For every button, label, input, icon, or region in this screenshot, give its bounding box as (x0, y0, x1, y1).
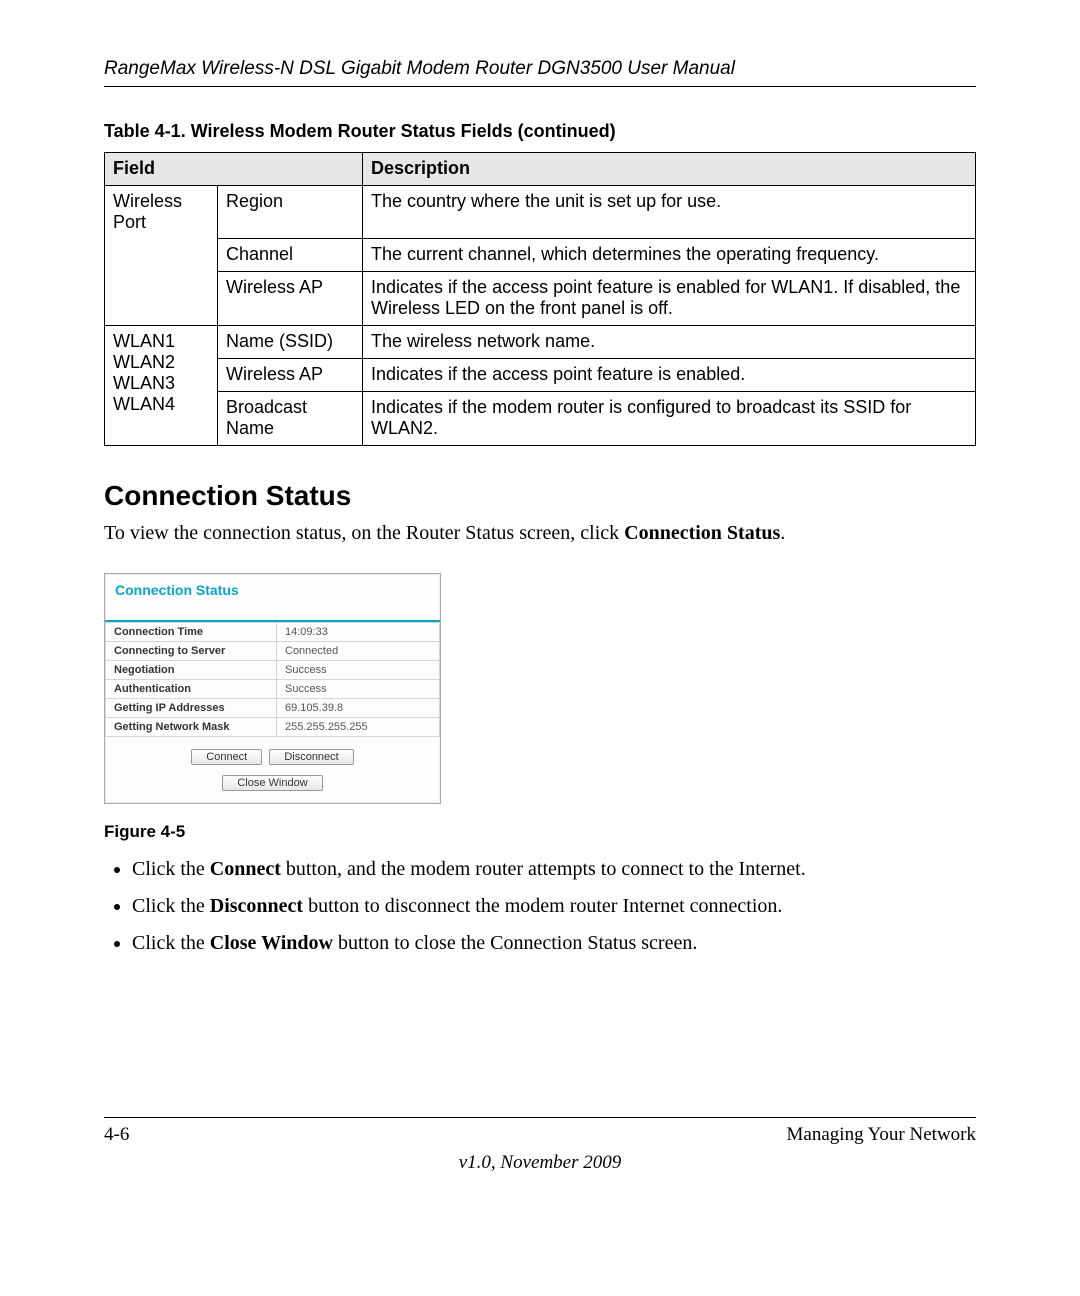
footer-rule (104, 1117, 976, 1118)
field-group: Wireless Port (105, 186, 218, 326)
field-sub: Wireless AP (218, 359, 363, 392)
table-row: Wireless Port Region The country where t… (105, 186, 976, 239)
dialog-val: Connected (277, 642, 440, 661)
dialog-val: 69.105.39.8 (277, 699, 440, 718)
list-item: Click the Disconnect button to disconnec… (132, 893, 976, 920)
figure-label: Figure 4-5 (104, 822, 976, 842)
table-row: Channel The current channel, which deter… (105, 239, 976, 272)
field-sub: Region (218, 186, 363, 239)
li-pre: Click the (132, 932, 210, 954)
table-row: Broadcast Name Indicates if the modem ro… (105, 392, 976, 446)
list-item: Click the Connect button, and the modem … (132, 856, 976, 883)
field-desc: Indicates if the access point feature is… (363, 272, 976, 326)
table-row: Wireless AP Indicates if the access poin… (105, 272, 976, 326)
field-desc: Indicates if the modem router is configu… (363, 392, 976, 446)
footer-row: 4-6 Managing Your Network (104, 1124, 976, 1146)
dialog-table: Connection Time 14:09:33 Connecting to S… (105, 622, 440, 737)
dialog-key: Authentication (106, 680, 277, 699)
dialog-row: Negotiation Success (106, 661, 440, 680)
field-desc: The current channel, which determines th… (363, 239, 976, 272)
page-number: 4-6 (104, 1124, 129, 1146)
section-title: Managing Your Network (787, 1124, 976, 1146)
dialog-val: Success (277, 661, 440, 680)
intro-post: . (780, 522, 785, 544)
table-row: WLAN1 WLAN2 WLAN3 WLAN4 Name (SSID) The … (105, 326, 976, 359)
li-bold: Connect (210, 858, 281, 880)
col-head-desc: Description (363, 153, 976, 186)
field-sub: Name (SSID) (218, 326, 363, 359)
li-pre: Click the (132, 895, 210, 917)
dialog-row: Connecting to Server Connected (106, 642, 440, 661)
table-caption: Table 4-1. Wireless Modem Router Status … (104, 121, 976, 142)
intro-pre: To view the connection status, on the Ro… (104, 522, 624, 544)
close-window-button[interactable]: Close Window (222, 775, 322, 791)
dialog-row: Authentication Success (106, 680, 440, 699)
li-post: button, and the modem router attempts to… (281, 858, 806, 880)
field-group: WLAN1 WLAN2 WLAN3 WLAN4 (105, 326, 218, 446)
li-post: button to disconnect the modem router In… (303, 895, 782, 917)
connection-status-dialog: Connection Status Connection Time 14:09:… (104, 573, 441, 804)
list-item: Click the Close Window button to close t… (132, 930, 976, 957)
field-sub: Channel (218, 239, 363, 272)
dialog-key: Connection Time (106, 623, 277, 642)
dialog-key: Negotiation (106, 661, 277, 680)
field-desc: Indicates if the access point feature is… (363, 359, 976, 392)
li-bold: Close Window (210, 932, 333, 954)
disconnect-button[interactable]: Disconnect (269, 749, 353, 765)
dialog-title: Connection Status (105, 574, 440, 622)
li-pre: Click the (132, 858, 210, 880)
section-heading: Connection Status (104, 480, 976, 512)
col-head-field: Field (105, 153, 363, 186)
dialog-val: Success (277, 680, 440, 699)
field-sub: Broadcast Name (218, 392, 363, 446)
dialog-key: Getting IP Addresses (106, 699, 277, 718)
table-row: Wireless AP Indicates if the access poin… (105, 359, 976, 392)
li-bold: Disconnect (210, 895, 303, 917)
dialog-val: 14:09:33 (277, 623, 440, 642)
dialog-key: Connecting to Server (106, 642, 277, 661)
dialog-row: Connection Time 14:09:33 (106, 623, 440, 642)
dialog-row: Getting IP Addresses 69.105.39.8 (106, 699, 440, 718)
field-desc: The country where the unit is set up for… (363, 186, 976, 239)
field-sub: Wireless AP (218, 272, 363, 326)
li-post: button to close the Connection Status sc… (333, 932, 697, 954)
page: RangeMax Wireless-N DSL Gigabit Modem Ro… (0, 0, 1080, 1296)
connect-button[interactable]: Connect (191, 749, 262, 765)
dialog-row: Getting Network Mask 255.255.255.255 (106, 718, 440, 737)
field-desc: The wireless network name. (363, 326, 976, 359)
section-intro: To view the connection status, on the Ro… (104, 522, 976, 545)
footer-version: v1.0, November 2009 (0, 1152, 1080, 1174)
dialog-key: Getting Network Mask (106, 718, 277, 737)
dialog-val: 255.255.255.255 (277, 718, 440, 737)
instruction-list: Click the Connect button, and the modem … (132, 856, 976, 957)
page-header: RangeMax Wireless-N DSL Gigabit Modem Ro… (104, 58, 976, 87)
intro-bold: Connection Status (624, 522, 780, 544)
status-fields-table: Field Description Wireless Port Region T… (104, 152, 976, 446)
